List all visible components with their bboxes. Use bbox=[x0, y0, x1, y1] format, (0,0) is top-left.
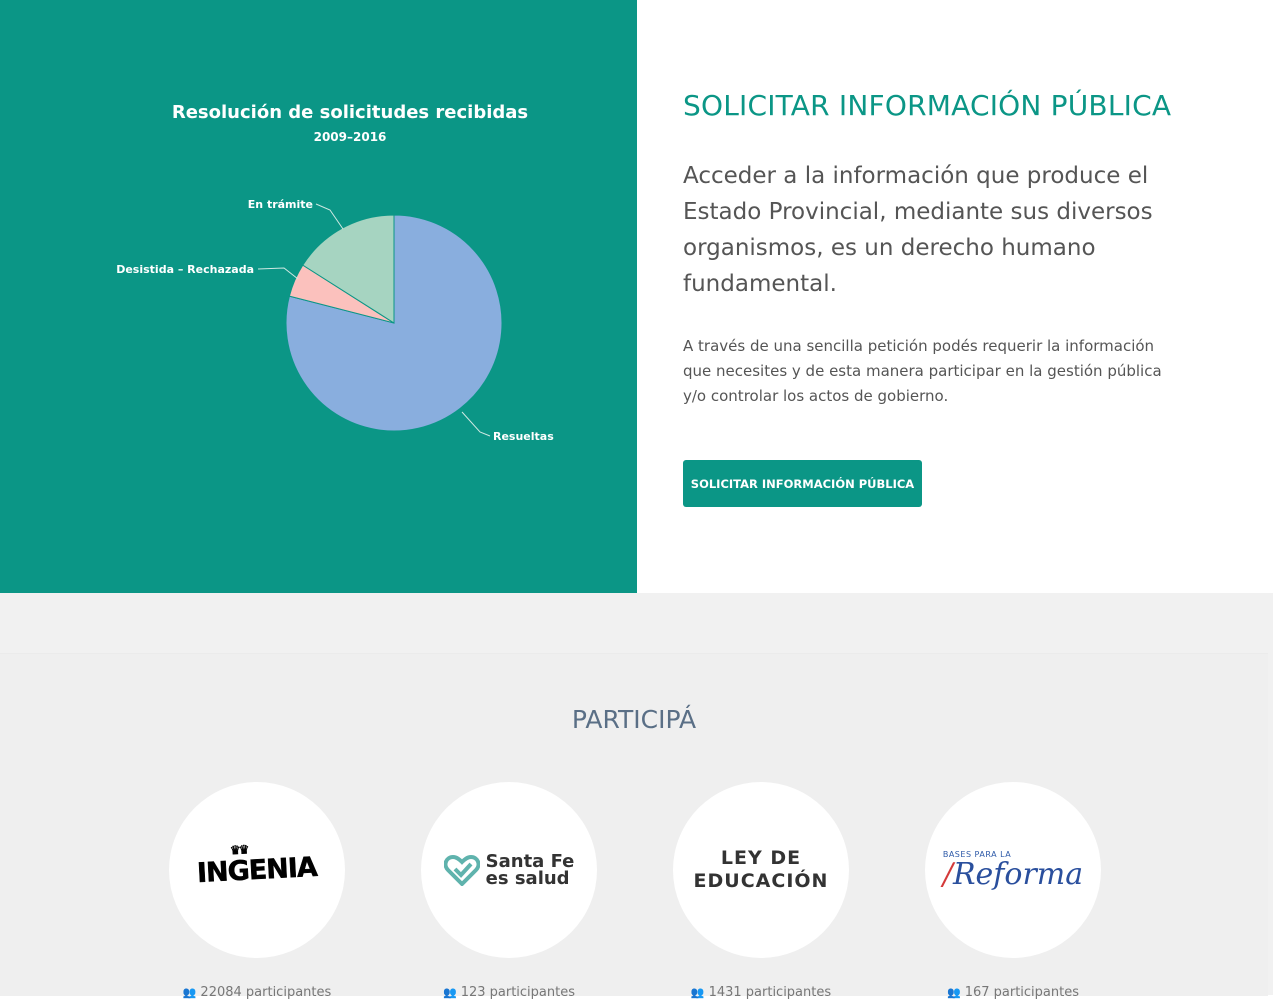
people-icon: 👥 bbox=[946, 986, 961, 999]
info-body: A través de una sencilla petición podés … bbox=[683, 337, 1162, 405]
participant-count: 👥 123 participantes bbox=[421, 985, 597, 1000]
participant-count-text: 22084 participantes bbox=[200, 985, 332, 1000]
participant-count-text: 1431 participantes bbox=[708, 985, 832, 1000]
reforma-logo: BASES PARA LA /Reforma bbox=[943, 850, 1083, 891]
participant-count: 👥 167 participantes bbox=[925, 985, 1101, 1000]
participa-title: PARTICIPÁ bbox=[571, 705, 697, 734]
request-info-button[interactable]: SOLICITAR INFORMACIÓN PÚBLICA bbox=[683, 460, 922, 507]
logo-line-2: EDUCACIÓN bbox=[693, 870, 829, 892]
logo-line-1: LEY DE bbox=[720, 847, 802, 869]
info-title: SOLICITAR INFORMACIÓN PÚBLICA bbox=[683, 89, 1172, 122]
slice-label: Resueltas bbox=[493, 430, 554, 443]
slice-label: En trámite bbox=[248, 198, 313, 211]
participant-count: 👥 22084 participantes bbox=[169, 985, 345, 1000]
flag-stripe-icon: / bbox=[942, 856, 953, 892]
people-icon: 👥 bbox=[690, 986, 705, 999]
slice-label: Desistida – Rechazada bbox=[116, 263, 254, 276]
participation-card-reforma: BASES PARA LA /Reforma 👥 167 participante… bbox=[925, 782, 1101, 1000]
participant-count: 👥 1431 participantes bbox=[673, 985, 849, 1000]
ley-educacion-logo-link[interactable]: LEY DE EDUCACIÓN bbox=[673, 782, 849, 958]
participant-count-text: 123 participantes bbox=[460, 985, 575, 1000]
logo-line-2: es salud bbox=[485, 868, 570, 889]
slice-leader-line bbox=[257, 267, 299, 280]
slice-leader-line bbox=[461, 411, 491, 437]
participation-card-ley-educacion: LEY DE EDUCACIÓN 👥 1431 participantes bbox=[673, 782, 849, 1000]
santa-fe-salud-logo-link[interactable]: Santa Fe es salud bbox=[421, 782, 597, 958]
participation-card-ingenia: ♛♛ INGENIA 👥 22084 participantes bbox=[169, 782, 345, 1000]
participant-count-text: 167 participantes bbox=[964, 985, 1079, 1000]
ley-educacion-logo: LEY DE EDUCACIÓN bbox=[694, 847, 829, 893]
ingenia-logo-link[interactable]: ♛♛ INGENIA bbox=[169, 782, 345, 958]
participation-card-santa-fe-salud: Santa Fe es salud 👥 123 participantes bbox=[421, 782, 597, 1000]
santa-fe-salud-logo: Santa Fe es salud bbox=[443, 853, 574, 889]
chart-panel: Resolución de solicitudes recibidas 2009… bbox=[0, 0, 637, 593]
pie-chart: Resueltas Desistida – Rechazada En trámite bbox=[116, 198, 554, 443]
ingenia-logo-text: INGENIA bbox=[196, 851, 318, 889]
info-lead: Acceder a la información que produce el … bbox=[683, 163, 1153, 297]
people-icon: 👥 bbox=[442, 986, 457, 999]
logo-big-text: Reforma bbox=[952, 856, 1084, 892]
info-panel: SOLICITAR INFORMACIÓN PÚBLICA Acceder a … bbox=[637, 0, 1273, 593]
heart-check-icon bbox=[443, 854, 480, 886]
slice-leader-line bbox=[315, 203, 344, 230]
crown-icon: ♛♛ bbox=[229, 841, 248, 857]
people-icon: 👥 bbox=[182, 986, 197, 999]
reforma-logo-link[interactable]: BASES PARA LA /Reforma bbox=[925, 782, 1101, 958]
top-section: Resolución de solicitudes recibidas 2009… bbox=[0, 0, 1273, 593]
ingenia-logo: ♛♛ INGENIA bbox=[196, 842, 318, 889]
